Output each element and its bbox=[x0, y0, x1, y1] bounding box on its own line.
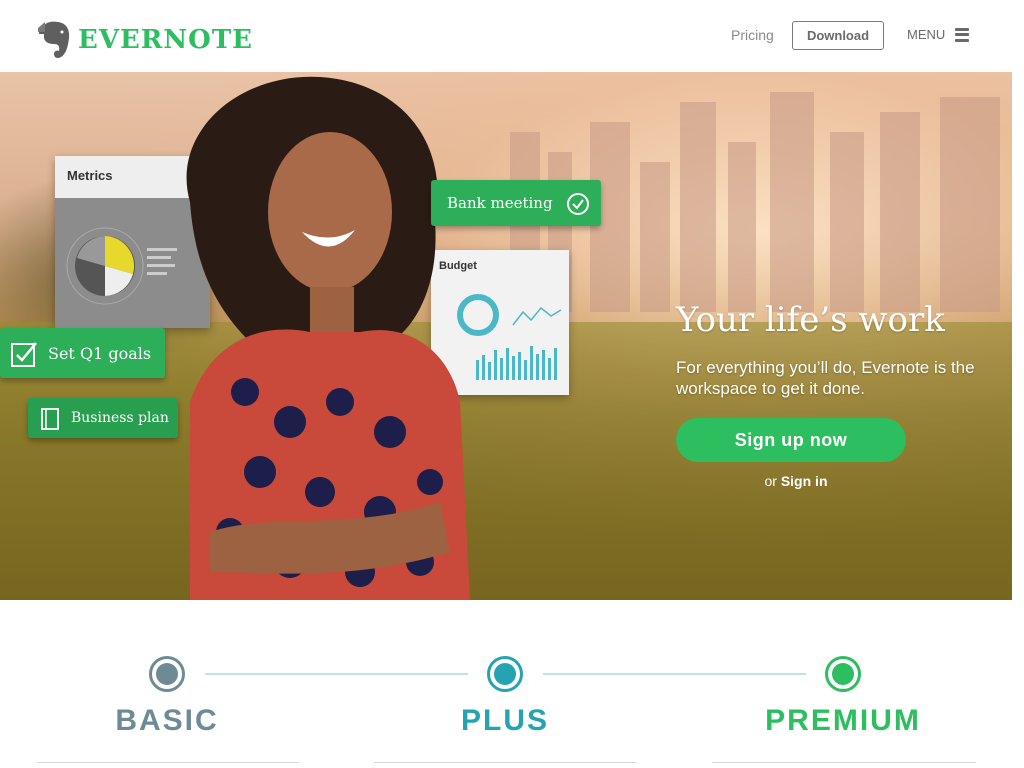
menu-button[interactable]: MENU bbox=[907, 27, 970, 42]
plan-plus-dot-icon bbox=[487, 656, 523, 692]
sign-up-button[interactable]: Sign up now bbox=[676, 418, 906, 462]
plan-divider bbox=[374, 762, 636, 763]
bank-meeting-tag: Bank meeting bbox=[431, 180, 601, 226]
plan-basic-name: BASIC bbox=[115, 704, 219, 737]
hero-subtitle: For everything you’ll do, Evernote is th… bbox=[676, 358, 975, 398]
menu-label: MENU bbox=[907, 27, 946, 42]
notebook-icon bbox=[41, 408, 59, 430]
alarm-clock-icon bbox=[567, 193, 589, 215]
pricing-link[interactable]: Pricing bbox=[731, 27, 774, 43]
plans-section: BASIC PLUS PREMIUM bbox=[0, 600, 1012, 768]
download-button[interactable]: Download bbox=[792, 21, 884, 50]
site-header: EVERNOTE Pricing Download MENU bbox=[0, 0, 1024, 72]
set-q1-goals-tag: Set Q1 goals bbox=[0, 328, 165, 378]
sign-in-link[interactable]: Sign in bbox=[781, 473, 828, 489]
bank-meeting-label: Bank meeting bbox=[447, 194, 553, 212]
evernote-logo[interactable]: EVERNOTE bbox=[36, 20, 253, 60]
plan-divider bbox=[37, 762, 299, 763]
business-plan-label: Business plan bbox=[71, 410, 169, 426]
woman-photo bbox=[186, 76, 470, 600]
plan-connector-line bbox=[205, 673, 468, 675]
business-plan-tag: Business plan bbox=[28, 398, 178, 438]
set-q1-goals-label: Set Q1 goals bbox=[48, 343, 152, 363]
hero-title: Your life’s work bbox=[676, 300, 945, 340]
plan-divider bbox=[712, 762, 976, 763]
logo-wordmark: EVERNOTE bbox=[78, 25, 253, 55]
metrics-title: Metrics bbox=[67, 168, 113, 183]
plan-connector-line bbox=[543, 673, 806, 675]
plan-premium-dot-icon bbox=[825, 656, 861, 692]
plan-plus-name: PLUS bbox=[460, 704, 549, 737]
sign-in-row: or Sign in bbox=[676, 473, 916, 489]
hero-section: Metrics Budget Bank meeting Set Q1 goals… bbox=[0, 72, 1012, 600]
checkbox-icon bbox=[11, 342, 37, 367]
sign-in-prefix: or bbox=[764, 473, 777, 489]
elephant-logo-icon bbox=[38, 21, 70, 58]
plan-basic-dot-icon bbox=[149, 656, 185, 692]
plan-premium-name: PREMIUM bbox=[765, 704, 921, 737]
hamburger-icon bbox=[955, 27, 970, 42]
